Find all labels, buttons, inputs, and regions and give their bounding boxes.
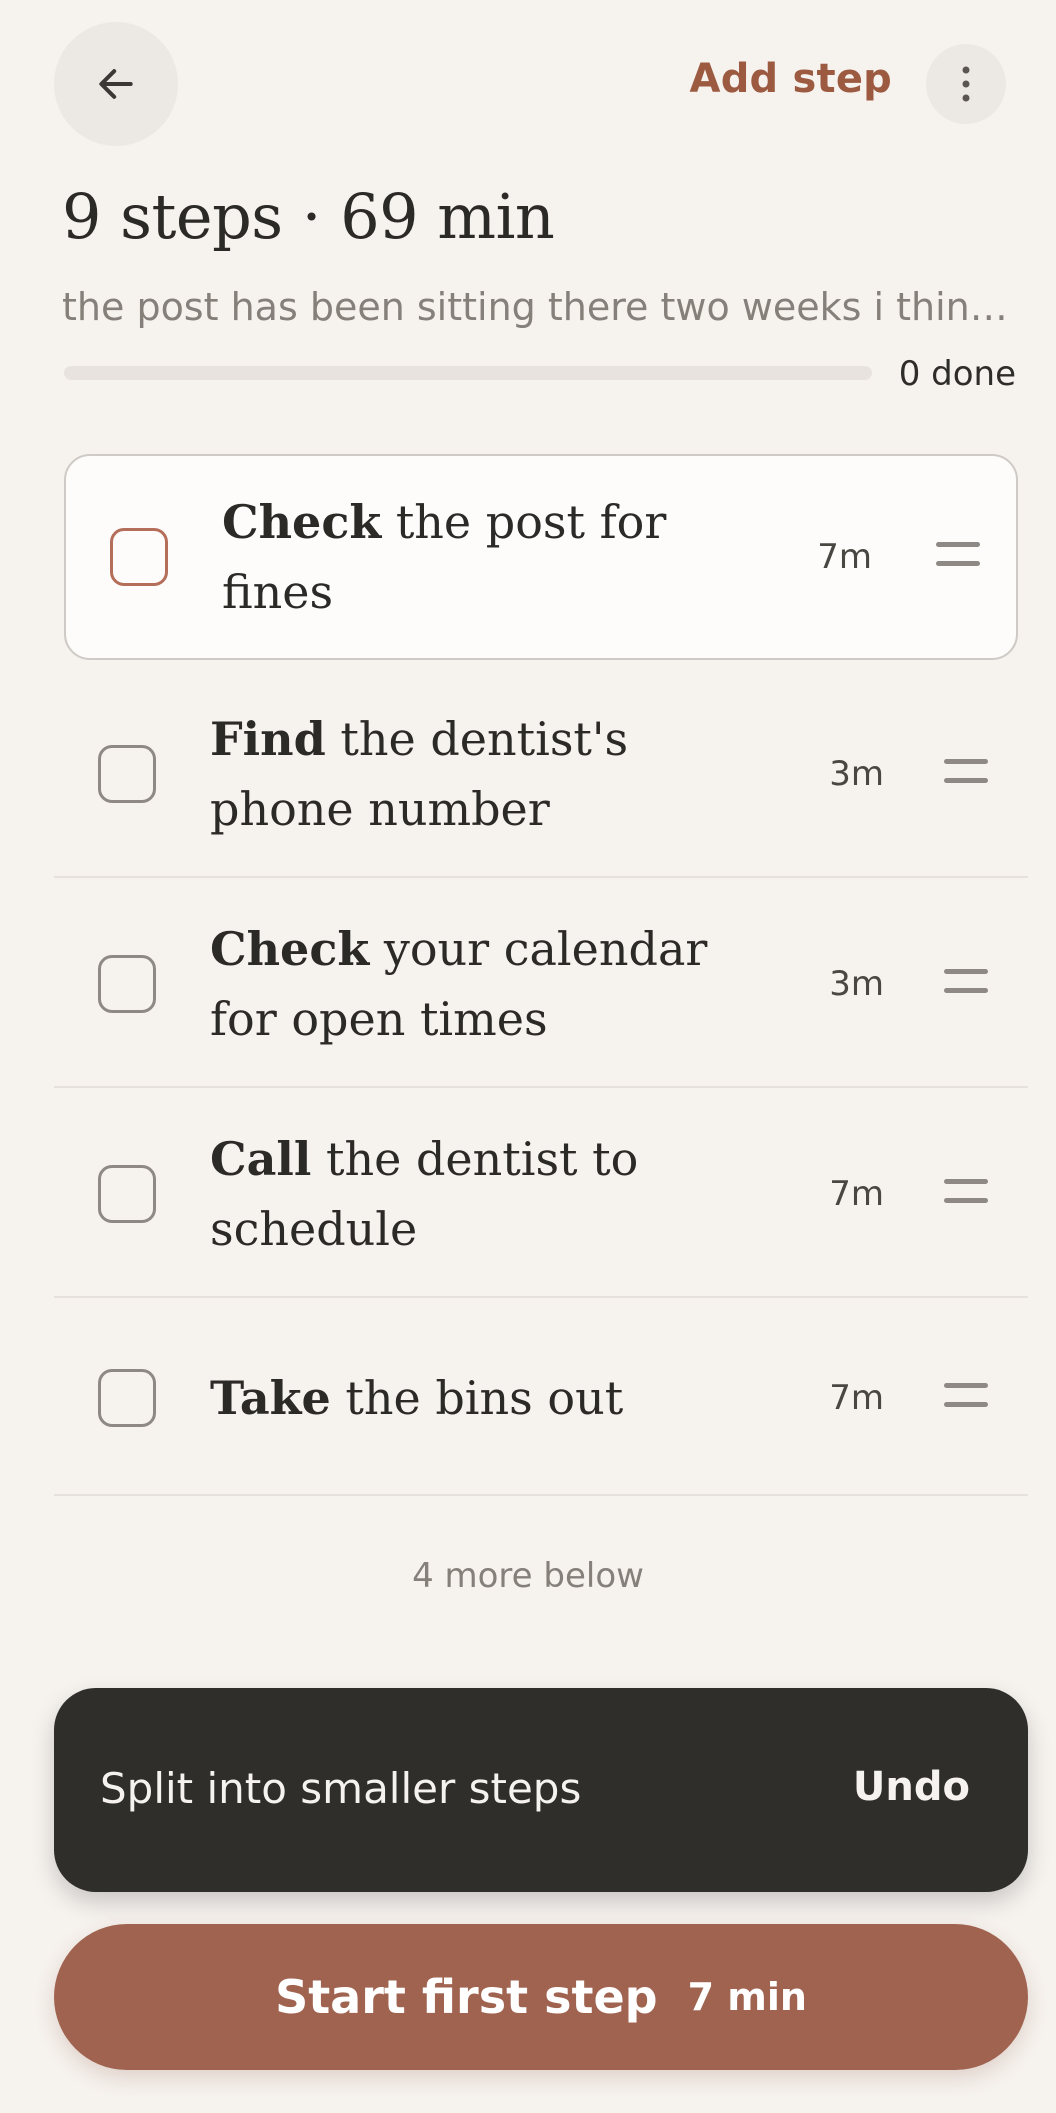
start-button-duration: 7 min (687, 1975, 807, 2019)
step-item[interactable]: Check your calendar for open times 3m (54, 884, 1028, 1084)
step-duration: 7m (829, 1174, 884, 1214)
more-below-hint: 4 more below (412, 1556, 644, 1596)
divider (54, 876, 1028, 878)
snackbar: Split into smaller steps Undo (54, 1688, 1028, 1892)
snackbar-message: Split into smaller steps (100, 1764, 582, 1813)
step-duration: 7m (817, 537, 872, 577)
more-vertical-icon (962, 66, 970, 102)
step-label: Take the bins out (210, 1371, 624, 1425)
start-button-label: Start first step (275, 1970, 658, 2024)
arrow-left-icon (99, 69, 133, 99)
step-label: Call the dentist to schedule (210, 1132, 639, 1256)
step-checkbox[interactable] (98, 745, 156, 803)
add-step-button[interactable]: Add step (690, 56, 892, 102)
step-item[interactable]: Find the dentist's phone number 3m (54, 674, 1028, 874)
divider (54, 1494, 1028, 1496)
step-label: Find the dentist's phone number (210, 712, 629, 836)
drag-handle-icon[interactable] (944, 1179, 988, 1209)
step-list-screen: Add step 9 steps · 69 min the post has b… (0, 0, 1056, 2113)
step-checkbox[interactable] (98, 1369, 156, 1427)
step-checkbox[interactable] (110, 528, 168, 586)
divider (54, 1086, 1028, 1088)
step-checkbox[interactable] (98, 1165, 156, 1223)
drag-handle-icon[interactable] (936, 542, 980, 572)
start-first-step-button[interactable]: Start first step 7 min (54, 1924, 1028, 2070)
plan-summary-title: 9 steps · 69 min (62, 180, 555, 253)
step-item[interactable]: Take the bins out 7m (54, 1304, 1028, 1492)
step-item[interactable]: Call the dentist to schedule 7m (54, 1094, 1028, 1294)
task-description: the post has been sitting there two week… (62, 285, 1022, 329)
step-item[interactable]: Check the post for fines 7m (64, 454, 1018, 660)
drag-handle-icon[interactable] (944, 969, 988, 999)
step-checkbox[interactable] (98, 955, 156, 1013)
done-count: 0 done (898, 354, 1016, 394)
more-options-button[interactable] (926, 44, 1006, 124)
step-duration: 3m (829, 754, 884, 794)
step-label: Check the post for fines (222, 495, 667, 619)
undo-button[interactable]: Undo (853, 1764, 970, 1810)
progress-bar (64, 366, 872, 380)
back-button[interactable] (54, 22, 178, 146)
step-duration: 7m (829, 1378, 884, 1418)
divider (54, 1296, 1028, 1298)
step-label: Check your calendar for open times (210, 922, 708, 1046)
drag-handle-icon[interactable] (944, 759, 988, 789)
drag-handle-icon[interactable] (944, 1383, 988, 1413)
step-duration: 3m (829, 964, 884, 1004)
